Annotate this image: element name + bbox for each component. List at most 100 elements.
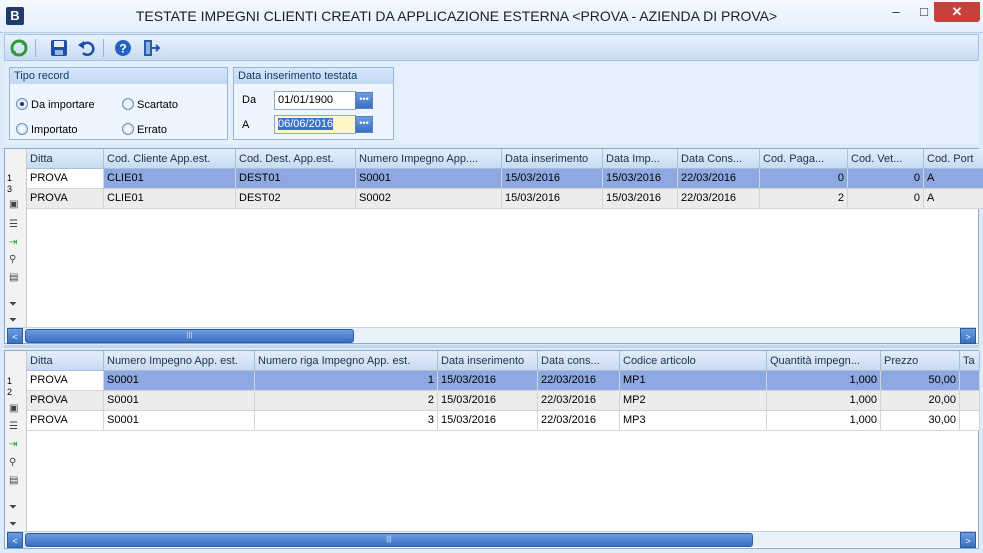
scroll-right-button[interactable]: > bbox=[960, 532, 976, 548]
table-cell[interactable]: S0001 bbox=[104, 391, 255, 411]
table-cell[interactable]: S0001 bbox=[104, 411, 255, 431]
table-cell[interactable]: PROVA bbox=[27, 411, 104, 431]
table-cell[interactable]: 22/03/2016 bbox=[538, 371, 620, 391]
grid-export-icon[interactable]: ⇥ bbox=[9, 237, 17, 248]
table-cell[interactable]: 20,00 bbox=[881, 391, 960, 411]
table-cell[interactable]: 30,00 bbox=[881, 411, 960, 431]
table-cell[interactable]: A bbox=[924, 189, 983, 209]
table-cell[interactable]: 15/03/2016 bbox=[438, 411, 538, 431]
table-cell[interactable]: PROVA bbox=[27, 169, 104, 189]
column-header[interactable]: Data Cons... bbox=[678, 149, 760, 169]
radio-errato[interactable]: Errato bbox=[122, 122, 167, 138]
scroll-left-button[interactable]: < bbox=[7, 532, 23, 548]
column-header[interactable]: Ditta bbox=[27, 351, 104, 371]
table-cell[interactable]: CLIE01 bbox=[104, 169, 236, 189]
table-cell[interactable]: 1,000 bbox=[767, 391, 881, 411]
bottom-grid-hscroll[interactable]: < ||| > bbox=[7, 531, 976, 548]
table-cell[interactable]: 15/03/2016 bbox=[603, 169, 678, 189]
table-cell[interactable]: 1 bbox=[255, 371, 438, 391]
table-cell[interactable]: 0 bbox=[760, 169, 848, 189]
grid-list-icon[interactable]: ☰ bbox=[9, 219, 18, 230]
column-header[interactable]: Numero riga Impegno App. est. bbox=[255, 351, 438, 371]
da-date-picker-button[interactable]: ••• bbox=[355, 92, 373, 109]
table-cell[interactable]: S0001 bbox=[356, 169, 502, 189]
table-cell[interactable]: 2 bbox=[255, 391, 438, 411]
scroll-left-button[interactable]: < bbox=[7, 328, 23, 344]
table-cell[interactable]: 3 bbox=[255, 411, 438, 431]
grid-search-icon[interactable]: ⚲ bbox=[9, 254, 16, 265]
exit-icon[interactable] bbox=[141, 38, 161, 58]
grid-export-icon[interactable]: ⇥ bbox=[9, 439, 17, 450]
grid-filter-icon[interactable]: ⏷ bbox=[9, 502, 17, 513]
table-cell[interactable]: PROVA bbox=[27, 371, 104, 391]
grid-filter-icon[interactable]: ⏷ bbox=[9, 299, 17, 310]
table-cell[interactable]: DEST01 bbox=[236, 169, 356, 189]
minimize-button[interactable]: – bbox=[882, 2, 910, 22]
scroll-right-button[interactable]: > bbox=[960, 328, 976, 344]
table-cell[interactable]: 2 bbox=[760, 189, 848, 209]
table-cell[interactable]: MP2 bbox=[620, 391, 767, 411]
table-cell[interactable]: 15/03/2016 bbox=[603, 189, 678, 209]
table-cell[interactable]: S0002 bbox=[356, 189, 502, 209]
a-date-input[interactable]: 06/06/2016 bbox=[274, 115, 356, 134]
grid-settings-icon[interactable]: ▤ bbox=[9, 475, 18, 486]
column-header[interactable]: Ta bbox=[960, 351, 980, 371]
top-grid-hscroll[interactable]: < ||| > bbox=[7, 327, 976, 344]
table-cell[interactable]: 0 bbox=[848, 189, 924, 209]
grid-filter-clear-icon[interactable]: ⏷ bbox=[9, 519, 17, 530]
table-cell[interactable]: 22/03/2016 bbox=[678, 189, 760, 209]
table-cell[interactable] bbox=[960, 371, 980, 391]
column-header[interactable]: Cod. Dest. App.est. bbox=[236, 149, 356, 169]
grid-settings-icon[interactable]: ▤ bbox=[9, 272, 18, 283]
scroll-thumb[interactable]: ||| bbox=[25, 533, 753, 547]
grid-layout-icon[interactable]: ▣ bbox=[9, 199, 18, 210]
table-cell[interactable]: 15/03/2016 bbox=[502, 169, 603, 189]
column-header[interactable]: Data cons... bbox=[538, 351, 620, 371]
refresh-icon[interactable] bbox=[9, 38, 29, 58]
column-header[interactable]: Codice articolo bbox=[620, 351, 767, 371]
table-cell[interactable]: 15/03/2016 bbox=[438, 391, 538, 411]
da-date-input[interactable]: 01/01/1900 bbox=[274, 91, 356, 110]
radio-scartato[interactable]: Scartato bbox=[122, 97, 178, 113]
table-cell[interactable]: 1,000 bbox=[767, 411, 881, 431]
table-cell[interactable]: PROVA bbox=[27, 391, 104, 411]
column-header[interactable]: Quantità impegn... bbox=[767, 351, 881, 371]
table-cell[interactable]: PROVA bbox=[27, 189, 104, 209]
a-date-picker-button[interactable]: ••• bbox=[355, 116, 373, 133]
column-header[interactable]: Numero Impegno App.... bbox=[356, 149, 502, 169]
table-cell[interactable]: 1,000 bbox=[767, 371, 881, 391]
grid-filter-clear-icon[interactable]: ⏷ bbox=[9, 315, 17, 326]
column-header[interactable]: Ditta bbox=[27, 149, 104, 169]
table-cell[interactable]: 22/03/2016 bbox=[538, 391, 620, 411]
column-header[interactable]: Data Imp... bbox=[603, 149, 678, 169]
column-header[interactable]: Data inserimento bbox=[502, 149, 603, 169]
save-icon[interactable] bbox=[49, 38, 69, 58]
column-header[interactable]: Cod. Port bbox=[924, 149, 983, 169]
table-cell[interactable]: 22/03/2016 bbox=[538, 411, 620, 431]
table-cell[interactable]: 0 bbox=[848, 169, 924, 189]
grid-list-icon[interactable]: ☰ bbox=[9, 421, 18, 432]
grid-search-icon[interactable]: ⚲ bbox=[9, 457, 16, 468]
table-cell[interactable]: CLIE01 bbox=[104, 189, 236, 209]
table-cell[interactable]: S0001 bbox=[104, 371, 255, 391]
radio-importato[interactable]: Importato bbox=[16, 122, 77, 138]
grid-splitter[interactable] bbox=[4, 345, 979, 348]
grid-layout-icon[interactable]: ▣ bbox=[9, 403, 18, 414]
table-cell[interactable]: MP3 bbox=[620, 411, 767, 431]
radio-da-importare[interactable]: Da importare bbox=[16, 97, 95, 113]
undo-icon[interactable] bbox=[77, 38, 97, 58]
column-header[interactable]: Prezzo bbox=[881, 351, 960, 371]
table-cell[interactable]: 50,00 bbox=[881, 371, 960, 391]
column-header[interactable]: Cod. Cliente App.est. bbox=[104, 149, 236, 169]
table-cell[interactable]: MP1 bbox=[620, 371, 767, 391]
column-header[interactable]: Numero Impegno App. est. bbox=[104, 351, 255, 371]
table-cell[interactable]: 15/03/2016 bbox=[502, 189, 603, 209]
help-icon[interactable]: ? bbox=[113, 38, 133, 58]
scroll-thumb[interactable]: ||| bbox=[25, 329, 354, 343]
table-cell[interactable] bbox=[960, 391, 980, 411]
close-button[interactable]: ✕ bbox=[934, 2, 980, 22]
column-header[interactable]: Cod. Vet... bbox=[848, 149, 924, 169]
table-cell[interactable]: 22/03/2016 bbox=[678, 169, 760, 189]
column-header[interactable]: Cod. Paga... bbox=[760, 149, 848, 169]
table-cell[interactable]: DEST02 bbox=[236, 189, 356, 209]
